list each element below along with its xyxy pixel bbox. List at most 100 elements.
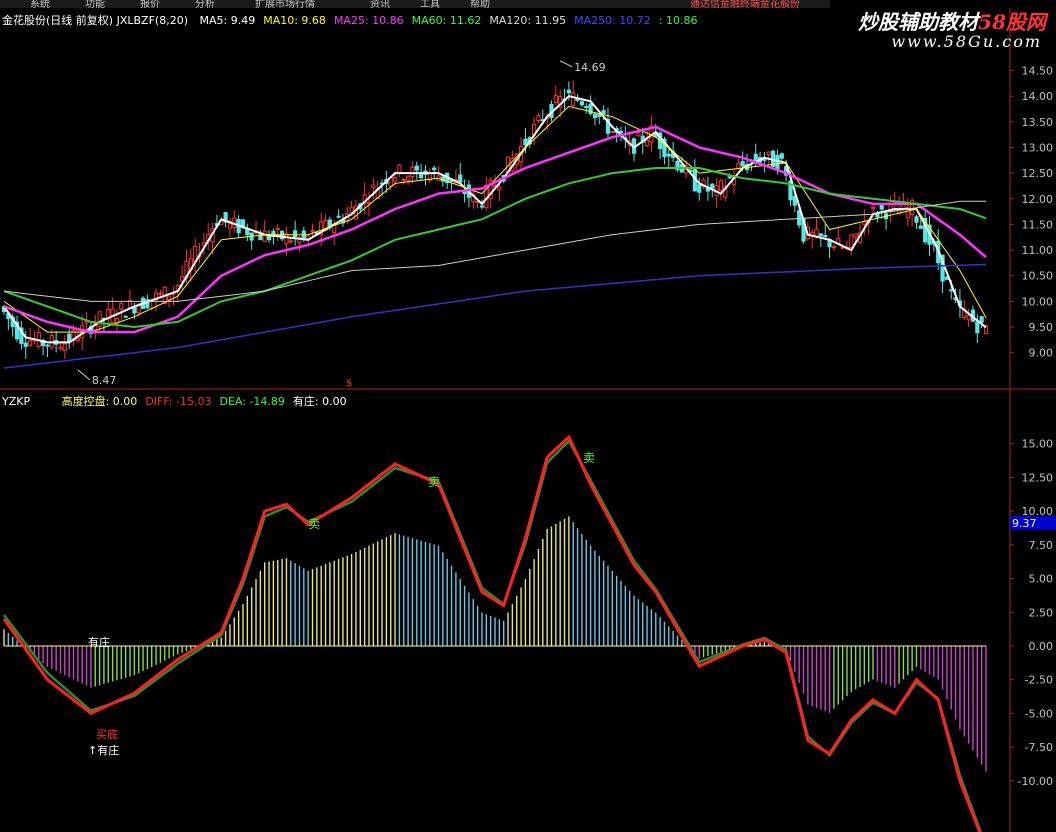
candle-body	[740, 161, 745, 167]
candle-body	[371, 184, 376, 188]
candle-body	[414, 165, 419, 171]
candle-body	[666, 153, 671, 157]
site-url: www.58Gu.com	[891, 32, 1042, 51]
y-tick-label-main: 13.00	[1022, 141, 1054, 154]
y-tick-label-main: 11.50	[1022, 218, 1054, 231]
candle-body	[736, 163, 741, 169]
y-tick-label-main: 12.00	[1022, 193, 1054, 206]
candle-body	[584, 106, 589, 109]
low-label: 8.47	[92, 374, 117, 387]
candle-body	[284, 233, 289, 245]
y-tick-label-main: 13.50	[1022, 116, 1054, 129]
candle-body	[158, 292, 163, 295]
logo-text-red: 58股网	[978, 10, 1046, 34]
candle-body	[566, 89, 571, 94]
sell-label: 卖	[428, 475, 440, 489]
candle-body	[914, 216, 919, 223]
sub-indicator-label: 有庄: 0.00	[292, 395, 347, 408]
sub-indicator-label: DEA: -14.89	[219, 395, 285, 408]
y-tick-label-sub: 12.50	[1022, 471, 1054, 484]
y-tick-label-main: 12.50	[1022, 167, 1054, 180]
y-tick-label-sub: 0.00	[1029, 640, 1054, 653]
y-tick-label-sub: 15.00	[1022, 438, 1054, 451]
y-tick-label-main: 10.00	[1022, 295, 1054, 308]
candle-body	[49, 335, 54, 348]
sub-indicator-label: 高度控盘: 0.00	[61, 395, 138, 408]
y-tick-label-main: 14.50	[1022, 65, 1054, 78]
main-chart-header: 金花股份(日线 前复权) JXLBZF(8,20) MA5: 9.49 MA10:…	[2, 12, 698, 28]
candle-body	[136, 305, 141, 314]
dollar-marker: $	[346, 378, 352, 389]
high-label: 14.69	[574, 61, 606, 74]
y-tick-label-sub: -2.50	[1025, 674, 1053, 687]
candle-body	[853, 233, 858, 238]
candle-body	[410, 166, 415, 177]
candle-body	[497, 186, 502, 191]
ma-label: MA250: 10.72	[574, 14, 651, 27]
candle-body	[718, 180, 724, 191]
zhuang-up-label: ↑有庄	[88, 743, 119, 757]
logo-text: 炒股辅助教材	[858, 10, 979, 34]
candle-body	[45, 344, 50, 347]
ma-line-ma250	[3, 263, 987, 369]
candle-body	[879, 204, 884, 210]
y-tick-label-main: 11.00	[1022, 244, 1054, 257]
candle-body	[458, 174, 463, 183]
buy-bottom-label: 买底	[96, 727, 118, 741]
ma-label: MA120: 11.95	[489, 14, 567, 27]
candle-body	[610, 130, 615, 133]
y-tick-label-main: 14.00	[1022, 90, 1054, 103]
ma-label: MA25: 10.86	[333, 14, 404, 27]
candle-body	[401, 179, 406, 182]
candle-body	[975, 321, 980, 334]
high-pointer	[559, 60, 573, 68]
sub-indicator-name: YZKP	[2, 395, 31, 408]
candle-body	[536, 115, 541, 122]
chart-canvas: 9.00 9.50 10.00 10.50 11.00 11.50 12.00 12.50 13…	[0, 8, 1056, 832]
candle-body	[697, 184, 702, 193]
y-tick-label-main: 10.50	[1022, 270, 1054, 283]
candle-body	[262, 230, 267, 242]
y-tick-label-sub: -5.00	[1025, 707, 1053, 720]
candle-body	[849, 234, 854, 248]
ma-label: MA10: 9.68	[263, 14, 326, 27]
candle-body	[479, 205, 485, 208]
candle-body	[727, 176, 732, 179]
candle-body	[392, 176, 398, 182]
candle-body	[571, 92, 576, 106]
candle-body	[336, 215, 341, 218]
candle-body	[119, 303, 124, 310]
y-tick-label-sub: 2.50	[1029, 606, 1054, 619]
ma-line-ma10	[3, 105, 987, 333]
candle-body	[966, 315, 971, 321]
candle-body	[618, 130, 624, 134]
candle-body	[918, 225, 923, 229]
ma-label: MA5: 9.49	[199, 14, 256, 27]
current-price-label: 9.37	[1012, 517, 1037, 530]
candle-body	[27, 339, 33, 346]
sub-chart-header: YZKP 高度控盘: 0.00 DIFF: -15.03 DEA: -14.89 有庄…	[2, 393, 355, 409]
sub-indicator-label: DIFF: -15.03	[145, 395, 212, 408]
candle-body	[979, 316, 984, 323]
y-tick-label-sub: 7.50	[1029, 539, 1054, 552]
candle-body	[823, 235, 828, 238]
y-tick-label-sub: -10.00	[1018, 775, 1053, 788]
candle-body	[288, 240, 293, 243]
y-tick-label-main: 9.50	[1029, 321, 1054, 334]
candle-body	[818, 233, 823, 237]
site-logo: 炒股辅助教材58股网	[858, 6, 1046, 35]
candle-body	[523, 138, 528, 146]
ma-label: : 10.86	[658, 14, 698, 27]
ma-label: MA60: 11.62	[411, 14, 482, 27]
stock-title: 金花股份(日线 前复权)	[2, 14, 114, 27]
candle-body	[592, 113, 598, 119]
y-tick-label-main: 9.00	[1029, 347, 1054, 360]
candle-body	[710, 183, 715, 189]
candle-body	[636, 132, 641, 137]
candle-body	[766, 151, 771, 156]
y-tick-label-sub: 5.00	[1029, 573, 1054, 586]
candle-body	[644, 139, 650, 146]
candle-body	[870, 206, 876, 209]
low-pointer	[77, 369, 91, 381]
candle-body	[779, 153, 784, 159]
